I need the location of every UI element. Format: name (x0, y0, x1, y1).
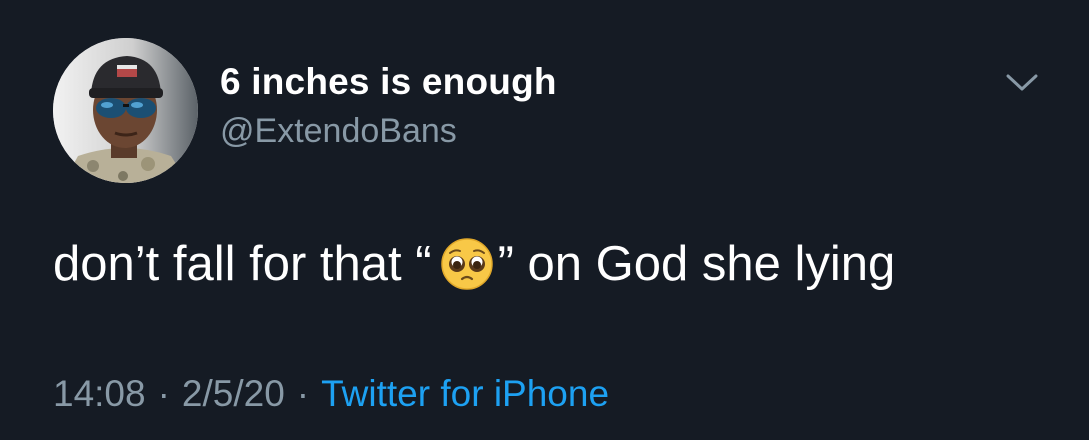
pleading-face-emoji-icon (440, 238, 493, 290)
username-handle[interactable]: @ExtendoBans (220, 108, 557, 154)
tweet-date[interactable]: 2/5/20 (182, 373, 285, 414)
tweet-text: don’t fall for that “ ” on God she lying (53, 232, 895, 296)
tweet-time[interactable]: 14:08 (53, 373, 146, 414)
chevron-down-icon[interactable] (1004, 70, 1040, 94)
tweet-text-part-1: don’t fall for that “ (53, 237, 432, 291)
tweet-card[interactable]: 6 inches is enough @ExtendoBans don’t fa… (0, 0, 1089, 440)
tweet-text-part-2: ” on God she lying (497, 237, 896, 291)
tweet-metadata: 14:08 · 2/5/20 · Twitter for iPhone (53, 370, 609, 418)
tweet-author[interactable]: 6 inches is enough @ExtendoBans (220, 60, 557, 154)
avatar-photo-icon (53, 38, 198, 183)
separator-dot: · (296, 373, 310, 414)
display-name[interactable]: 6 inches is enough (220, 60, 557, 104)
tweet-source-link[interactable]: Twitter for iPhone (321, 373, 609, 414)
avatar[interactable] (53, 38, 198, 183)
separator-dot: · (157, 373, 170, 414)
